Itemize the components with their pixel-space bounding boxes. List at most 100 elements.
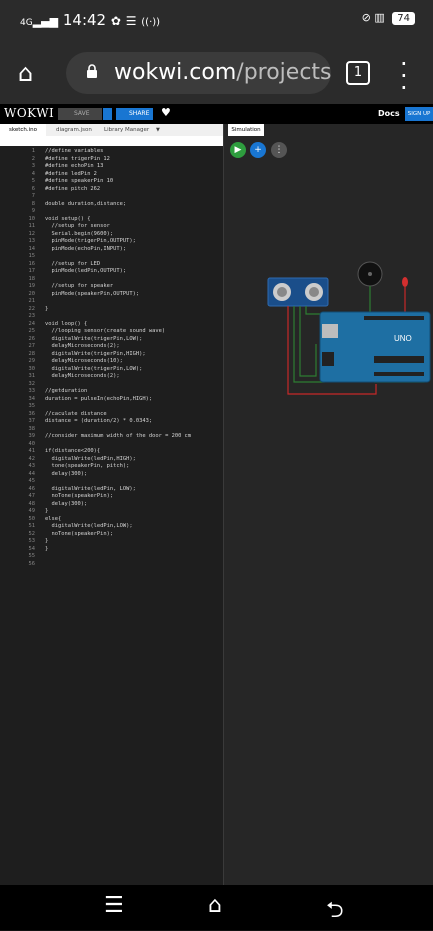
line-number: 18 xyxy=(28,275,36,282)
tab-diagram[interactable]: diagram.json xyxy=(56,124,92,136)
line-number: 3 xyxy=(31,163,35,169)
home-nav-icon[interactable]: ⌂ xyxy=(208,893,222,918)
add-part-button[interactable]: + xyxy=(250,142,266,158)
line-number: 42 xyxy=(28,455,36,462)
tab-simulation[interactable]: Simulation xyxy=(228,124,264,136)
line-number: 13 xyxy=(28,238,36,244)
wokwi-logo[interactable]: WOKWI xyxy=(4,106,54,120)
code-text: double duration,distance; xyxy=(45,200,127,207)
line-number: 41 xyxy=(28,448,36,454)
simulation-panel: Simulation ▶ + ⋮ UNO xyxy=(223,124,433,885)
line-number: 10 xyxy=(28,215,36,222)
code-text: delayMicroseconds(10); xyxy=(45,358,123,364)
wokwi-header: WOKWI SAVE SHARE ♥ Docs SIGN UP xyxy=(0,104,433,124)
home-icon[interactable]: ⌂ xyxy=(18,60,44,86)
android-nav-bar: ☰ ⌂ ⮌ xyxy=(0,885,433,930)
code-text: #define speakerPin 10 xyxy=(45,178,114,184)
led[interactable] xyxy=(402,277,408,287)
code-text: duration = pulseIn(echoPin,HIGH); xyxy=(45,395,153,402)
tab-switcher-button[interactable]: 1 xyxy=(346,61,370,85)
line-number: 45 xyxy=(28,478,36,484)
url-host: wokwi.com xyxy=(114,60,237,85)
chevron-down-icon[interactable]: ▼ xyxy=(156,124,160,136)
code-text: #define ledPin 2 xyxy=(45,170,97,177)
more-options-button[interactable]: ⋮ xyxy=(271,142,287,158)
code-text: //setup for sensor xyxy=(45,223,110,229)
tab-library-manager[interactable]: Library Manager xyxy=(104,124,149,136)
code-text: delayMicroseconds(2); xyxy=(45,373,120,379)
code-text: } xyxy=(45,305,49,312)
line-number: 38 xyxy=(28,425,36,432)
more-menu-icon[interactable]: · · · xyxy=(400,52,410,100)
line-number: 37 xyxy=(28,418,36,424)
play-button[interactable]: ▶ xyxy=(230,142,246,158)
code-text: } xyxy=(45,538,49,544)
code-text: tone(speakerPin, pitch); xyxy=(45,463,130,469)
recents-icon[interactable]: ☰ xyxy=(104,893,124,918)
code-text: digitalWrite(ledPin,LOW); xyxy=(45,523,133,529)
editor-tab-strip xyxy=(0,136,223,146)
line-number: 46 xyxy=(28,485,36,492)
code-text: delayMicroseconds(2); xyxy=(45,343,120,349)
back-icon[interactable]: ⮌ xyxy=(326,893,344,931)
code-text: distance = (duration/2) * 0.0343; xyxy=(45,418,153,424)
battery-indicator: 74 xyxy=(392,12,415,25)
code-text: void loop() { xyxy=(45,320,88,327)
share-button[interactable]: SHARE xyxy=(116,108,153,120)
line-number: 30 xyxy=(28,365,36,372)
save-dropdown-button[interactable] xyxy=(103,108,112,120)
code-text: //setup for LED xyxy=(45,260,101,267)
line-number: 54 xyxy=(28,545,36,552)
line-number: 33 xyxy=(28,388,36,394)
line-number: 1 xyxy=(31,148,35,154)
line-number: 15 xyxy=(28,253,36,259)
line-number: 7 xyxy=(31,193,35,199)
code-text: else{ xyxy=(45,515,62,522)
circuit-diagram[interactable]: UNO xyxy=(224,244,433,404)
code-text: #define pitch 262 xyxy=(45,185,101,192)
save-button[interactable]: SAVE xyxy=(58,108,102,120)
code-text: #define trigerPin 12 xyxy=(45,155,110,162)
code-text: pinMode(trigerPin,OUTPUT); xyxy=(45,238,136,244)
address-bar[interactable]: wokwi.com/projects/3( xyxy=(66,52,331,94)
line-number: 35 xyxy=(28,403,36,409)
board-label: UNO xyxy=(394,334,412,343)
buzzer[interactable] xyxy=(357,261,383,287)
line-number: 21 xyxy=(28,298,36,304)
code-text: #define echoPin 13 xyxy=(45,163,104,169)
arduino-uno[interactable]: UNO xyxy=(319,311,431,383)
mute-icon: ⊘ xyxy=(361,11,371,24)
heart-icon[interactable]: ♥ xyxy=(161,106,171,119)
code-text: Serial.begin(9600); xyxy=(45,230,114,237)
line-number: 26 xyxy=(28,335,36,342)
line-number: 6 xyxy=(31,185,35,192)
line-number: 20 xyxy=(28,290,36,297)
code-editor[interactable]: 1 //define variables 2 #define trigerPin 12… xyxy=(0,148,223,885)
line-number: 32 xyxy=(28,380,36,387)
line-number: 43 xyxy=(28,463,36,469)
code-text: //consider maximum width of the door = 2… xyxy=(45,433,192,439)
line-number: 51 xyxy=(28,523,36,529)
line-number: 24 xyxy=(28,320,36,327)
signup-button[interactable]: SIGN UP xyxy=(405,107,433,121)
line-number: 36 xyxy=(28,410,36,417)
line-number: 27 xyxy=(28,343,36,349)
line-number: 47 xyxy=(28,493,36,499)
line-number: 17 xyxy=(28,268,36,274)
code-text: //define variables xyxy=(45,148,104,154)
code-text: delay(300); xyxy=(45,470,88,477)
code-text: pinMode(ledPin,OUTPUT); xyxy=(45,268,127,274)
ultrasonic-sensor[interactable] xyxy=(267,277,329,307)
tab-sketch[interactable]: sketch.ino xyxy=(0,124,46,136)
status-left: 4G▂▄▆ 14:42 ✿ ☰ ((·)) xyxy=(20,11,160,29)
browser-toolbar: ⌂ wokwi.com/projects/3( 1 ··· xyxy=(0,40,433,104)
code-text: digitalWrite(ledPin,HIGH); xyxy=(45,455,136,462)
line-number: 11 xyxy=(28,223,36,229)
code-text: void setup() { xyxy=(45,215,91,222)
line-number: 16 xyxy=(28,260,36,267)
settings-icon: ✿ xyxy=(110,14,121,28)
status-bar: 4G▂▄▆ 14:42 ✿ ☰ ((·)) ⊘ ▥ 74 xyxy=(0,0,433,40)
docs-link[interactable]: Docs xyxy=(378,109,400,118)
code-text: digitalWrite(trigerPin,LOW); xyxy=(45,335,143,342)
code-text: digitalWrite(trigerPin,LOW); xyxy=(45,365,143,372)
